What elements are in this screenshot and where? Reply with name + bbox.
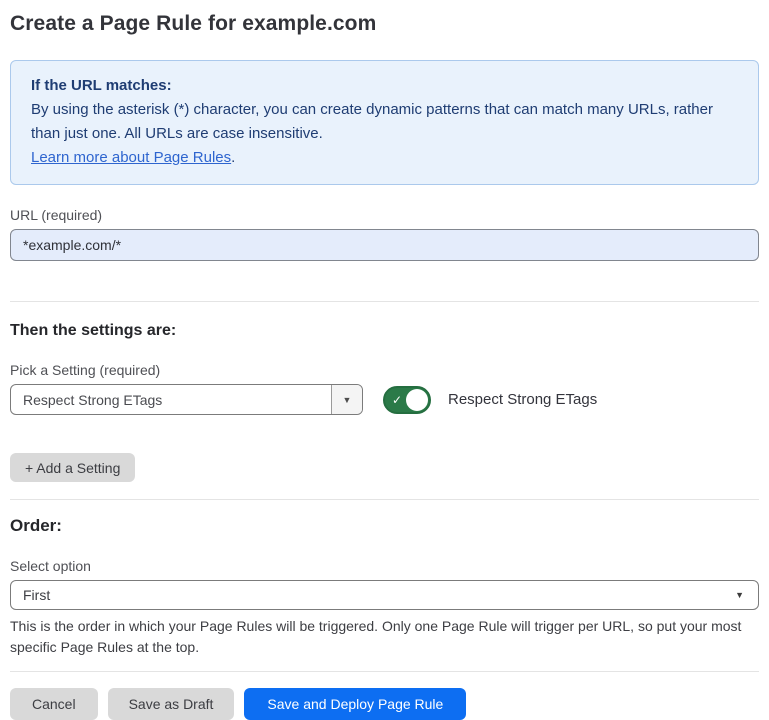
learn-more-link[interactable]: Learn more about Page Rules [31,149,231,166]
settings-section-heading: Then the settings are: [10,322,759,340]
setting-picker-label: Pick a Setting (required) [10,362,759,378]
page-title: Create a Page Rule for example.com [10,12,759,36]
save-as-draft-button[interactable]: Save as Draft [108,688,235,720]
checkmark-icon: ✓ [392,394,402,406]
cancel-button[interactable]: Cancel [10,688,98,720]
info-box-link-line: Learn more about Page Rules. [31,146,738,170]
setting-select-value: Respect Strong ETags [11,385,331,414]
footer-actions: Cancel Save as Draft Save and Deploy Pag… [10,688,759,720]
page-rule-form: Create a Page Rule for example.com If th… [0,0,769,720]
etags-toggle[interactable]: ✓ [383,386,431,414]
order-help-text: This is the order in which your Page Rul… [10,616,759,658]
divider [10,301,759,302]
setting-select-arrow-button[interactable]: ▼ [331,385,362,414]
link-suffix: . [231,149,235,166]
setting-row: Respect Strong ETags ▼ ✓ Respect Strong … [10,384,759,415]
order-select[interactable]: First ▼ [10,580,759,610]
url-input[interactable] [10,229,759,261]
divider [10,671,759,672]
dropdown-arrow-icon: ▼ [735,590,744,600]
order-section-heading: Order: [10,516,759,536]
info-box-heading: If the URL matches: [31,74,738,98]
url-match-info-box: If the URL matches: By using the asteris… [10,60,759,185]
divider [10,499,759,500]
setting-select[interactable]: Respect Strong ETags ▼ [10,384,363,415]
order-select-value: First [23,587,50,603]
add-setting-button[interactable]: + Add a Setting [10,453,135,482]
toggle-knob [406,389,428,411]
order-select-label: Select option [10,558,759,574]
save-and-deploy-button[interactable]: Save and Deploy Page Rule [244,688,466,720]
info-box-body: By using the asterisk (*) character, you… [31,98,738,146]
dropdown-arrow-icon: ▼ [343,395,352,405]
toggle-label: Respect Strong ETags [448,391,597,408]
url-field-label: URL (required) [10,207,759,223]
